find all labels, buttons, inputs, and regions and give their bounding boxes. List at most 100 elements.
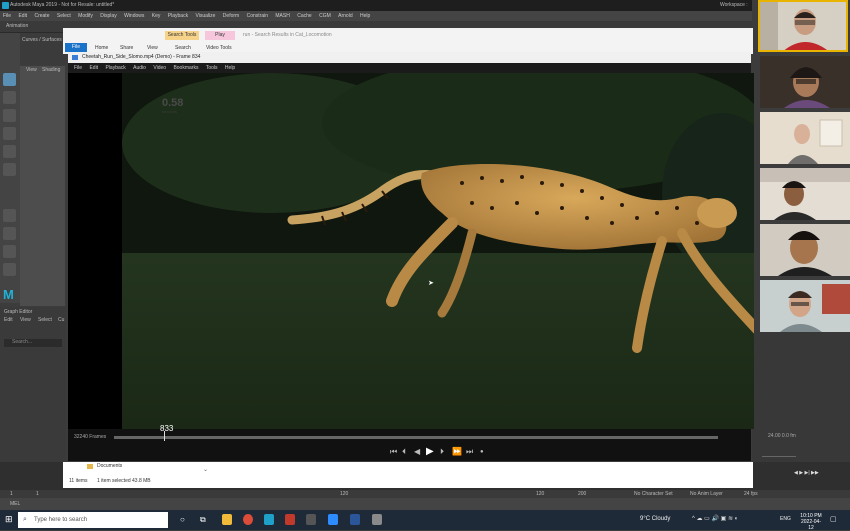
scale-tool-icon[interactable] [3,163,16,176]
maya-menu-visualize[interactable]: Visualize [195,13,215,19]
maya-menu-display[interactable]: Display [100,13,116,19]
participant-tile-2[interactable] [760,56,850,108]
player-menu-bookmarks[interactable]: Bookmarks [173,65,198,71]
maya-menu-edit[interactable]: Edit [18,13,27,19]
play-icon[interactable]: ▶ [426,447,434,457]
explorer-search-subtab[interactable]: Search [175,44,191,52]
participant-tile-4[interactable] [760,168,850,220]
player-menu-edit[interactable]: Edit [89,65,98,71]
search-tools-tab[interactable]: Search Tools [165,31,199,40]
maya-command-line[interactable]: MEL [0,498,850,510]
mode-dropdown[interactable]: Animation [6,21,28,31]
maya-taskbar-icon[interactable] [264,514,274,525]
maya-menu-windows[interactable]: Windows [124,13,144,19]
explorer-file-tab[interactable]: File [65,43,87,52]
app-icon[interactable] [372,514,382,525]
seek-bar[interactable] [114,436,718,439]
taskbar-search-box[interactable]: ⌕ Type here to search [18,512,168,528]
graph-menu-edit[interactable]: Edit [4,315,13,325]
media-player-icon[interactable] [306,514,316,525]
maya-menu-arnold[interactable]: Arnold [338,13,352,19]
file-explorer-icon[interactable] [222,514,232,525]
layout-single-icon[interactable] [3,209,16,222]
layout-four-icon[interactable] [3,227,16,240]
language-indicator[interactable]: ENG [780,516,791,522]
maya-menu-mash[interactable]: MASH [275,13,289,19]
explorer-address-bar[interactable]: run - Search Results in Cat_Locomotion [243,31,443,40]
player-menubar: File Edit Playback Audio Video Bookmarks… [68,63,751,73]
step-forward-icon[interactable]: ⏵ [440,447,444,457]
zoom-icon[interactable] [328,514,338,525]
viewport-view-menu[interactable]: View [26,65,37,75]
workspace-label[interactable]: Workspace : [720,0,748,11]
participant-tile-1[interactable] [758,0,848,52]
taskbar-clock[interactable]: 10:10 PM 2022-04-12 [800,513,822,531]
player-menu-video[interactable]: Video [153,65,166,71]
elapsed-time-overlay: 0.58 [162,97,184,109]
select-tool-icon[interactable] [3,73,16,86]
maya-menu-cgm[interactable]: CGM [319,13,331,19]
skip-start-icon[interactable]: ⏮ [390,447,397,457]
move-tool-icon[interactable] [3,127,16,140]
player-menu-audio[interactable]: Audio [133,65,146,71]
graph-menu-select[interactable]: Select [38,315,52,325]
record-icon[interactable]: ● [480,447,484,457]
lasso-tool-icon[interactable] [3,91,16,104]
maya-menu-modify[interactable]: Modify [78,13,93,19]
player-menu-help[interactable]: Help [225,65,235,71]
documents-item[interactable]: Documents [97,463,122,469]
rewind-icon[interactable]: ◀ [414,447,420,457]
participant-tile-3[interactable] [760,112,850,164]
maya-menu-deform[interactable]: Deform [223,13,239,19]
weather-widget[interactable]: 9°C Cloudy [640,516,670,522]
current-frame-label: 833 [160,424,174,433]
task-view-icon[interactable]: ⧉ [200,515,206,524]
chevron-down-icon[interactable]: ⌄ [203,466,208,473]
outliner-layout-icon[interactable] [3,263,16,276]
player-menu-tools[interactable]: Tools [206,65,218,71]
maya-menu-help[interactable]: Help [360,13,370,19]
cortana-icon[interactable]: ○ [180,515,185,524]
participant-tile-6[interactable] [760,280,850,332]
layout-two-icon[interactable] [3,245,16,258]
graph-menu-curves[interactable]: Cu [58,315,64,325]
filezilla-icon[interactable] [285,514,295,525]
curves-surfaces-tab[interactable]: Curves / Surfaces [22,35,62,45]
maya-menu-key[interactable]: Key [152,13,161,19]
explorer-view-tab[interactable]: View [147,44,158,52]
maya-menu-playback[interactable]: Playback [168,13,188,19]
participant-tile-5[interactable] [760,224,850,276]
maya-menu-create[interactable]: Create [34,13,49,19]
maya-menu-cache[interactable]: Cache [297,13,311,19]
maya-playback-controls[interactable]: ◀ ▶ ▶| ▶▶ [794,468,846,478]
player-title-bar: Cheetah_Run_Side_Slomo.mp4 (Demo) - Fram… [68,52,751,63]
player-menu-file[interactable]: File [74,65,82,71]
maya-menu-select[interactable]: Select [57,13,71,19]
player-app-icon [72,55,78,60]
skip-end-icon[interactable]: ⏭ [466,447,473,457]
viewport-shading-menu[interactable]: Shading [42,65,60,75]
explorer-video-tools-subtab[interactable]: Video Tools [206,44,232,52]
volume-slider[interactable] [762,449,796,457]
graph-menu-view[interactable]: View [20,315,31,325]
player-menu-playback[interactable]: Playback [105,65,125,71]
graph-search-placeholder: Search... [12,339,33,345]
step-back-icon[interactable]: ⏴ [402,447,406,457]
rotate-tool-icon[interactable] [3,145,16,158]
explorer-share-tab[interactable]: Share [120,44,133,52]
video-frame[interactable]: 0.58 seconds ➤ [122,73,754,429]
windows-start-icon[interactable]: ⊞ [5,515,13,524]
word-icon[interactable] [350,514,360,525]
maya-menu-file[interactable]: File [3,13,11,19]
graph-search-field[interactable]: Search... [4,339,62,347]
chrome-icon[interactable] [243,514,253,525]
play-tab[interactable]: Play [205,31,235,40]
fast-forward-icon[interactable]: ⏩ [452,447,462,457]
maya-play-icon[interactable]: ◀ ▶ ▶| ▶▶ [794,468,819,478]
explorer-item-count: 11 items [69,478,88,484]
explorer-home-tab[interactable]: Home [95,44,108,52]
notifications-icon[interactable]: ▢ [830,515,837,523]
maya-menu-constrain[interactable]: Constrain [247,13,268,19]
tray-icons[interactable]: ^ ☁ ▭ 🔊 ▣ ≋ ◐ [692,515,738,522]
paint-tool-icon[interactable] [3,109,16,122]
